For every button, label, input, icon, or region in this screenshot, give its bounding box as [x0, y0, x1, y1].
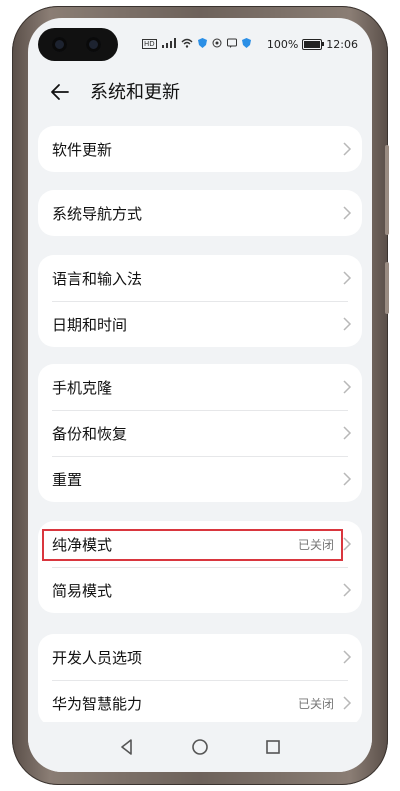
row-value: 已关闭	[297, 697, 334, 711]
status-time: 12:06	[326, 38, 358, 51]
chevron-right-icon	[343, 380, 352, 394]
nav-recents-button[interactable]	[263, 737, 283, 757]
chevron-right-icon	[343, 583, 352, 597]
row-label: 简易模式	[52, 582, 113, 600]
hd-icon: HD	[142, 39, 157, 49]
chevron-right-icon	[343, 206, 352, 220]
highlight-box	[42, 529, 343, 561]
settings-row-date-time[interactable]: 日期和时间	[38, 301, 362, 347]
front-camera	[38, 28, 118, 61]
settings-row-phone-clone[interactable]: 手机克隆	[38, 364, 362, 410]
row-label: 重置	[52, 471, 83, 489]
settings-row-huawei-assistant[interactable]: 华为智慧能力 已关闭	[38, 680, 362, 726]
row-label: 日期和时间	[52, 316, 128, 334]
settings-row-developer-options[interactable]: 开发人员选项	[38, 634, 362, 680]
row-label: 系统导航方式	[52, 205, 143, 223]
row-label: 华为智慧能力	[52, 695, 143, 713]
arrow-left-icon	[51, 84, 69, 100]
phone-screen: HD 100% 12:06 系统和更新 软件更新 系统导航方式 语言和输入法 日…	[28, 18, 372, 772]
settings-row-language[interactable]: 语言和输入法	[38, 255, 362, 301]
settings-row-simple-mode[interactable]: 简易模式	[38, 567, 362, 613]
message-icon	[226, 38, 237, 50]
circle-home-icon	[192, 739, 208, 755]
shield-icon	[197, 38, 207, 50]
battery-icon	[302, 39, 325, 50]
battery-percent: 100%	[266, 38, 299, 51]
row-label: 语言和输入法	[52, 270, 143, 288]
chevron-right-icon	[343, 271, 352, 285]
volume-button	[385, 145, 389, 235]
signal-icon	[161, 38, 176, 50]
vibrate-icon	[212, 38, 222, 50]
triangle-back-icon	[121, 739, 132, 755]
settings-row-reset[interactable]: 重置	[38, 456, 362, 502]
navigation-bar	[28, 722, 372, 772]
status-right: 100% 12:06	[267, 38, 358, 51]
status-icons: HD	[142, 38, 251, 50]
chevron-right-icon	[343, 696, 352, 710]
settings-row-backup-restore[interactable]: 备份和恢复	[38, 410, 362, 456]
row-label: 软件更新	[52, 141, 113, 159]
settings-group: 开发人员选项 华为智慧能力 已关闭	[38, 634, 362, 726]
page-header: 系统和更新	[28, 74, 372, 110]
square-recents-icon	[266, 740, 280, 754]
nav-home-button[interactable]	[190, 737, 210, 757]
wifi-icon	[181, 38, 193, 50]
settings-group: 系统导航方式	[38, 190, 362, 236]
nav-back-button[interactable]	[117, 737, 137, 757]
chevron-right-icon	[343, 426, 352, 440]
settings-row-navigation[interactable]: 系统导航方式	[38, 190, 362, 236]
chevron-right-icon	[343, 650, 352, 664]
row-label: 备份和恢复	[52, 425, 128, 443]
row-label: 手机克隆	[52, 379, 113, 397]
settings-group: 手机克隆 备份和恢复 重置	[38, 364, 362, 502]
settings-group: 语言和输入法 日期和时间	[38, 255, 362, 347]
settings-row-software-update[interactable]: 软件更新	[38, 126, 362, 172]
chevron-right-icon	[343, 142, 352, 156]
chevron-right-icon	[343, 537, 352, 551]
chevron-right-icon	[343, 317, 352, 331]
camera-lens-icon	[86, 37, 101, 52]
chevron-right-icon	[343, 472, 352, 486]
power-button	[385, 262, 389, 314]
row-label: 开发人员选项	[52, 649, 143, 667]
page-title: 系统和更新	[90, 82, 180, 103]
settings-group: 软件更新	[38, 126, 362, 172]
shield-icon	[241, 38, 251, 50]
camera-lens-icon	[52, 37, 67, 52]
back-button[interactable]	[48, 80, 72, 104]
